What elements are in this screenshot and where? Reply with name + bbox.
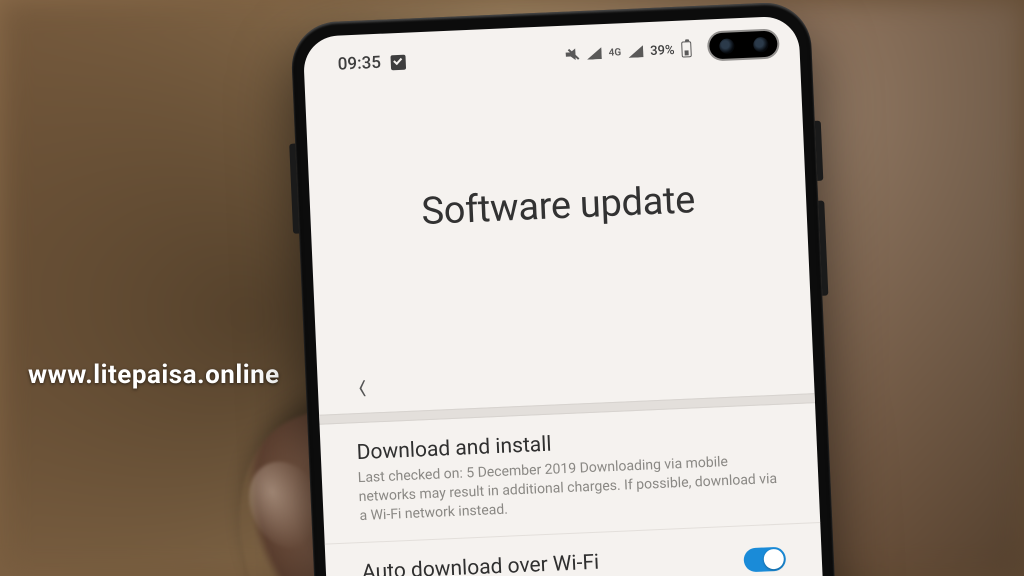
setting-download-and-install[interactable]: Download and install Last checked on: 5 … <box>320 403 821 544</box>
auto-download-toggle[interactable] <box>743 546 786 572</box>
network-type-label: 4G <box>608 47 621 59</box>
signal-icon <box>586 47 602 60</box>
watermark-text: www.litepaisa.online <box>28 360 280 390</box>
status-time: 09:35 <box>337 53 381 75</box>
page-title: Software update <box>309 173 806 239</box>
settings-list: Download and install Last checked on: 5 … <box>319 393 825 576</box>
phone-screen: 09:35 4G 39% Software update ‹ Download … <box>303 16 828 576</box>
phone-frame: 09:35 4G 39% Software update ‹ Download … <box>290 1 840 576</box>
battery-percent-label: 39% <box>650 42 675 58</box>
signal-icon <box>628 45 644 58</box>
checkbox-icon <box>391 54 407 70</box>
battery-icon <box>681 41 692 57</box>
setting-title: Auto download over Wi-Fi <box>361 545 726 576</box>
back-button[interactable]: ‹ <box>357 362 368 411</box>
mute-icon <box>565 47 580 62</box>
